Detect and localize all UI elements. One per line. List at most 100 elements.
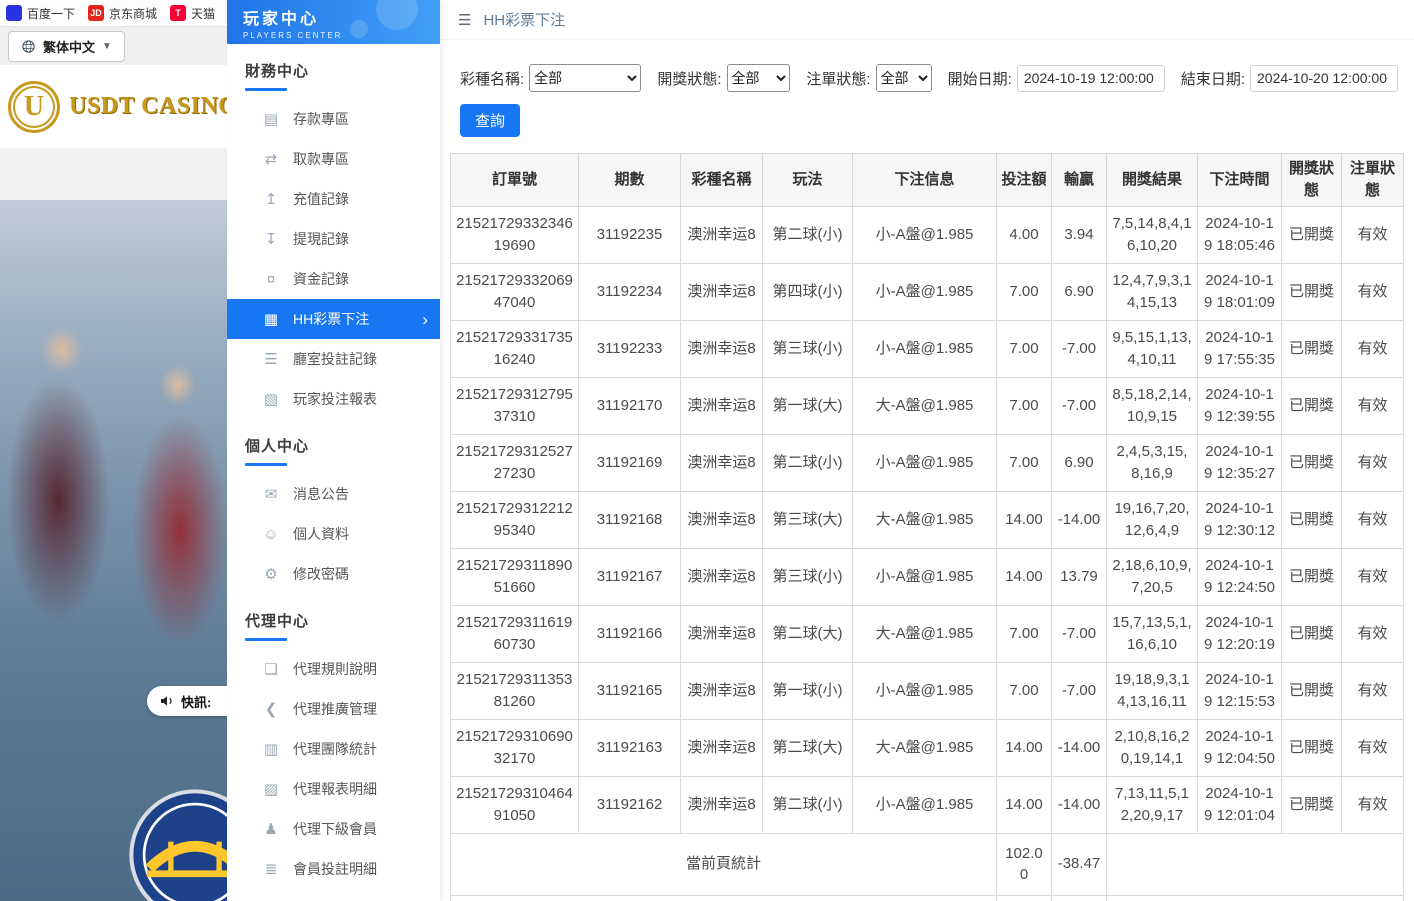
table-cell: 有效 [1342, 776, 1404, 833]
table-cell: 2152172931252727230 [451, 434, 579, 491]
sidebar-item-profile[interactable]: ☺個人資料 [227, 514, 440, 554]
search-button[interactable]: 查詢 [460, 104, 520, 137]
bookmark-tmall[interactable]: T天猫 [170, 5, 215, 22]
start-date-input[interactable] [1017, 65, 1165, 92]
table-cell: 澳洲幸运8 [681, 491, 763, 548]
summary-empty-cell [1107, 833, 1404, 896]
sidebar-item-agent-sub-members[interactable]: ♟代理下級會員 [227, 809, 440, 849]
lottery-select[interactable]: 全部 [529, 64, 641, 92]
table-cell: 有效 [1342, 320, 1404, 377]
summary-row: 當前頁統計102.00-38.47 [451, 833, 1404, 896]
bookmark-label: 京东商城 [109, 5, 157, 22]
section-underline [245, 638, 287, 641]
table-cell: 第二球(大) [763, 719, 853, 776]
table-cell: 2024-10-19 12:39:55 [1198, 377, 1282, 434]
browser-background: 百度一下 JD京东商城 T天猫 繁体中文 ▼ U USDT CASINO 快訊: [0, 0, 227, 901]
page-title: HH彩票下注 [483, 9, 565, 30]
sidebar-item-label: 代理規則說明 [293, 659, 377, 679]
main-content: ☰ HH彩票下注 彩種名稱: 全部 開獎狀態: 全部 注單狀態: 全部 開始日期… [440, 0, 1414, 901]
draw-status-select[interactable]: 全部 [727, 64, 791, 92]
table-cell: 有效 [1342, 377, 1404, 434]
table-cell: 2024-10-19 12:35:27 [1198, 434, 1282, 491]
table-cell: 2152172931135381260 [451, 662, 579, 719]
table-cell: 2024-10-19 18:05:46 [1198, 206, 1282, 263]
lottery-filter-label: 彩種名稱: [460, 68, 524, 89]
section-title-text: 個人中心 [245, 435, 422, 456]
table-cell: 14.00 [997, 719, 1052, 776]
table-cell: 已開獎 [1282, 320, 1342, 377]
deposit-icon: ▤ [263, 110, 279, 128]
sidebar-item-member-trade-detail[interactable]: ⇌會員交易明細 [227, 889, 440, 901]
table-cell: 2024-10-19 12:15:53 [1198, 662, 1282, 719]
lottery-bets-icon: ▦ [263, 310, 279, 328]
sidebar-item-withdraw-record[interactable]: ↧提現記錄 [227, 219, 440, 259]
sidebar-item-label: 取款專區 [293, 149, 349, 169]
section-underline [245, 88, 287, 91]
table-cell: 小-A盤@1.985 [853, 320, 997, 377]
gear-icon: ⚙ [263, 565, 279, 583]
bookmark-jd[interactable]: JD京东商城 [88, 5, 157, 22]
news-ticker[interactable]: 快訊: [147, 686, 227, 716]
player-center-sidebar: 玩家中心 PLAYERS CENTER 財務中心▤存款專區⇄取款專區↥充值記錄↧… [227, 0, 440, 901]
order-status-filter-label: 注單狀態: [806, 68, 870, 89]
team-logo [128, 788, 227, 901]
table-cell: 2,18,6,10,9,7,20,5 [1107, 548, 1198, 605]
table-cell: 13.79 [1052, 548, 1107, 605]
table-cell: -14.00 [1052, 719, 1107, 776]
table-cell: 7,5,14,8,4,16,10,20 [1107, 206, 1198, 263]
table-cell: 已開獎 [1282, 719, 1342, 776]
emblem-letter: U [24, 91, 44, 123]
table-cell: 2024-10-19 12:30:12 [1198, 491, 1282, 548]
end-date-input[interactable] [1250, 65, 1398, 92]
order-status-select[interactable]: 全部 [876, 64, 932, 92]
table-cell: 14.00 [997, 548, 1052, 605]
column-header: 開獎狀態 [1282, 154, 1342, 207]
table-cell: 小-A盤@1.985 [853, 548, 997, 605]
summary-win-loss-total: -38.47 [1052, 833, 1107, 896]
sidebar-item-label: 代理報表明細 [293, 779, 377, 799]
sidebar-item-label: 存款專區 [293, 109, 349, 129]
sidebar-item-announcements[interactable]: ✉消息公告 [227, 474, 440, 514]
sidebar-item-funds-record[interactable]: ¤資金記錄 [227, 259, 440, 299]
sidebar-item-agent-rules[interactable]: ❏代理規則說明 [227, 649, 440, 689]
sidebar-item-withdraw[interactable]: ⇄取款專區 [227, 139, 440, 179]
bet-report-icon: ▧ [263, 390, 279, 408]
logo-text: USDT CASINO [69, 93, 227, 120]
section-underline [245, 463, 287, 466]
table-cell: 19,18,9,3,14,13,16,11 [1107, 662, 1198, 719]
bookmark-label: 百度一下 [27, 5, 75, 22]
table-cell: 2024-10-19 12:20:19 [1198, 605, 1282, 662]
table-cell: 12,4,7,9,3,14,15,13 [1107, 263, 1198, 320]
sidebar-item-label: HH彩票下注 [293, 309, 369, 329]
table-cell: 19,16,7,20,12,6,4,9 [1107, 491, 1198, 548]
sidebar-item-agent-promotion[interactable]: ❮代理推廣管理 [227, 689, 440, 729]
sidebar-item-agent-team-stats[interactable]: ▥代理團隊統計 [227, 729, 440, 769]
sidebar-item-deposit[interactable]: ▤ 存款專區 [227, 99, 440, 139]
bookmark-baidu[interactable]: 百度一下 [6, 5, 75, 22]
sidebar-item-label: 代理推廣管理 [293, 699, 377, 719]
language-row: 繁体中文 ▼ [0, 27, 227, 65]
summary-label: 總統計 [451, 896, 997, 901]
table-cell: 已開獎 [1282, 662, 1342, 719]
table-cell: 6.90 [1052, 434, 1107, 491]
table-cell: 2152172933206947040 [451, 263, 579, 320]
sidebar-item-change-password[interactable]: ⚙修改密碼 [227, 554, 440, 594]
filter-bar: 彩種名稱: 全部 開獎狀態: 全部 注單狀態: 全部 開始日期: 結束日期: [460, 64, 1414, 92]
sidebar-item-room-bet-record[interactable]: ☰廳室投註記錄 [227, 339, 440, 379]
table-cell: -14.00 [1052, 491, 1107, 548]
table-row: 215217293106903217031192163澳洲幸运8第二球(大)大-… [451, 719, 1404, 776]
chevron-down-icon: ▼ [102, 41, 112, 52]
start-date-label: 開始日期: [948, 68, 1012, 89]
sidebar-item-agent-report-detail[interactable]: ▨代理報表明細 [227, 769, 440, 809]
sidebar-item-player-bet-report[interactable]: ▧玩家投注報表 [227, 379, 440, 419]
language-selector[interactable]: 繁体中文 ▼ [8, 31, 125, 62]
menu-toggle-icon[interactable]: ☰ [458, 11, 471, 29]
table-cell: 小-A盤@1.985 [853, 206, 997, 263]
sidebar-item-recharge-record[interactable]: ↥充值記錄 [227, 179, 440, 219]
sidebar-item-hh-lottery-bets[interactable]: ▦HH彩票下注› [227, 299, 440, 339]
table-cell: 第三球(小) [763, 320, 853, 377]
table-row: 215217293122129534031192168澳洲幸运8第三球(大)大-… [451, 491, 1404, 548]
section-title: 財務中心 [227, 44, 440, 99]
column-header: 玩法 [763, 154, 853, 207]
sidebar-item-member-bet-detail[interactable]: ≣會員投註明細 [227, 849, 440, 889]
